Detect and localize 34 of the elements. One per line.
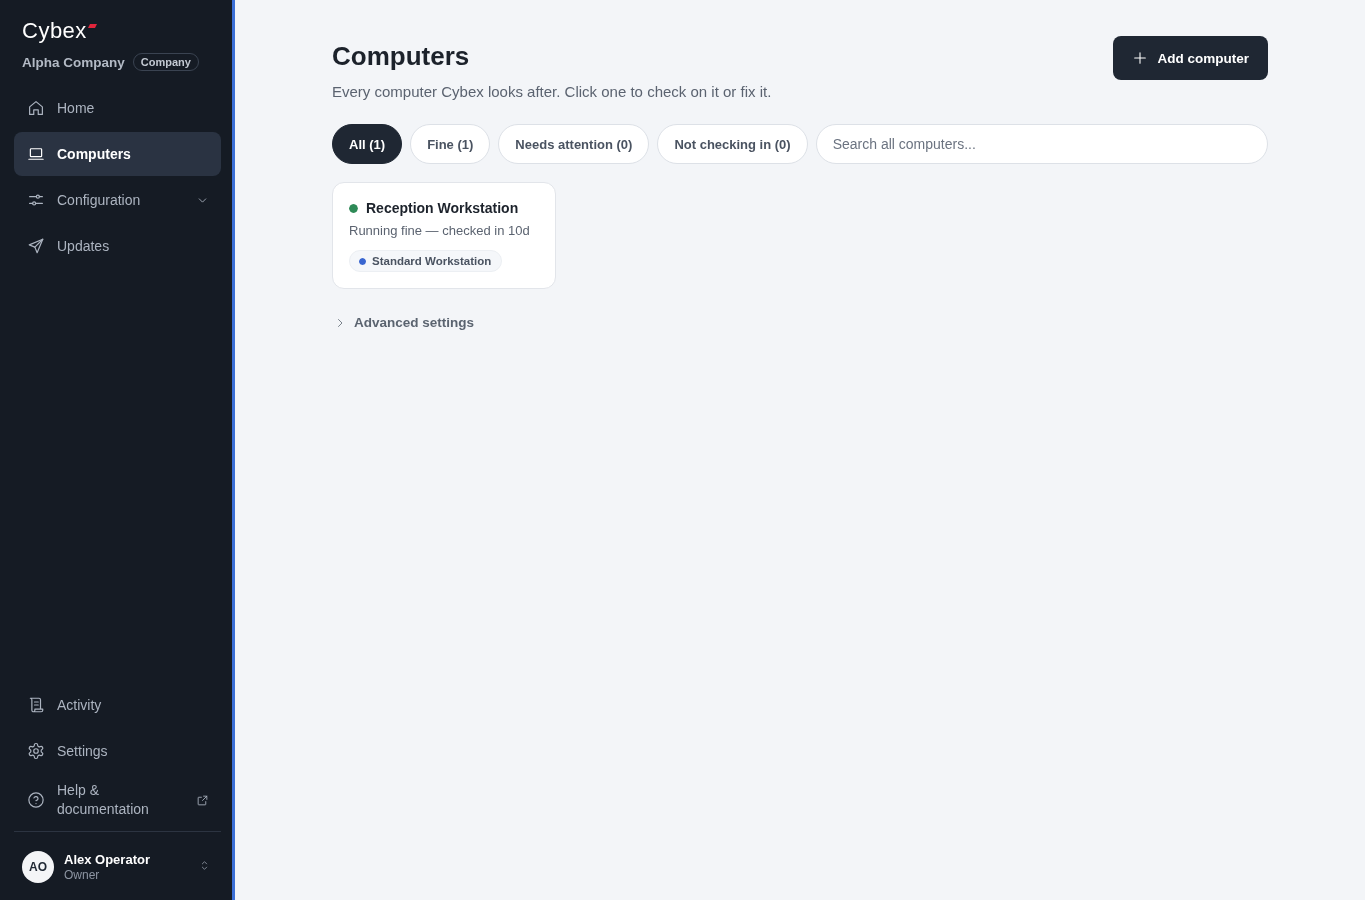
filter-tab[interactable]: All (1) xyxy=(332,124,403,164)
sidebar-nav-item[interactable]: Help & documentation xyxy=(14,775,221,825)
computer-name: Reception Workstation xyxy=(366,199,519,217)
filter-tab[interactable]: Not checking in (0) xyxy=(657,124,808,164)
plus-icon xyxy=(1132,50,1149,66)
sidebar-nav-item[interactable]: Settings xyxy=(14,729,221,773)
profile-label: Standard Workstation xyxy=(372,255,492,267)
user-role: Owner xyxy=(64,868,101,883)
user-name: Alex Operator xyxy=(64,851,151,868)
brand-logo: Cybex xyxy=(22,18,87,44)
sidebar-nav-item[interactable]: Home xyxy=(14,86,221,130)
settings-icon xyxy=(27,742,45,760)
laptop-icon xyxy=(27,145,45,163)
sidebar-nav-item[interactable]: Activity xyxy=(14,683,221,727)
user-avatar: AO xyxy=(22,851,54,883)
page-subtitle: Every computer Cybex looks after. Click one to check on it or fix it. xyxy=(332,82,772,102)
search-field[interactable]: Search all computers... xyxy=(815,124,1268,164)
logo-mark-icon xyxy=(87,24,97,28)
organization-name: Alpha Company xyxy=(22,54,125,70)
add-computer-button[interactable]: Add computer xyxy=(1113,36,1268,80)
filter-tab[interactable]: Needs attention (0) xyxy=(498,124,650,164)
sidebar-nav-item[interactable]: Configuration xyxy=(14,178,221,222)
advanced-settings-toggle[interactable]: Advanced settings xyxy=(332,313,475,332)
sidebar-nav-item[interactable]: Updates xyxy=(14,224,221,268)
sidebar-nav-item[interactable]: Computers xyxy=(14,132,221,176)
paper-plane-icon xyxy=(27,237,45,255)
filter-tab[interactable]: Fine (1) xyxy=(410,124,491,164)
page-title: Computers xyxy=(332,40,471,72)
computer-status: Running fine — checked in 10d xyxy=(349,223,531,239)
scroll-icon xyxy=(27,696,45,714)
computer-card[interactable]: Reception Workstation Running fine — checked in 10d Standard Workstation xyxy=(332,182,556,289)
external-link-icon xyxy=(196,793,209,807)
home-icon xyxy=(27,99,45,117)
help-icon xyxy=(27,791,45,809)
